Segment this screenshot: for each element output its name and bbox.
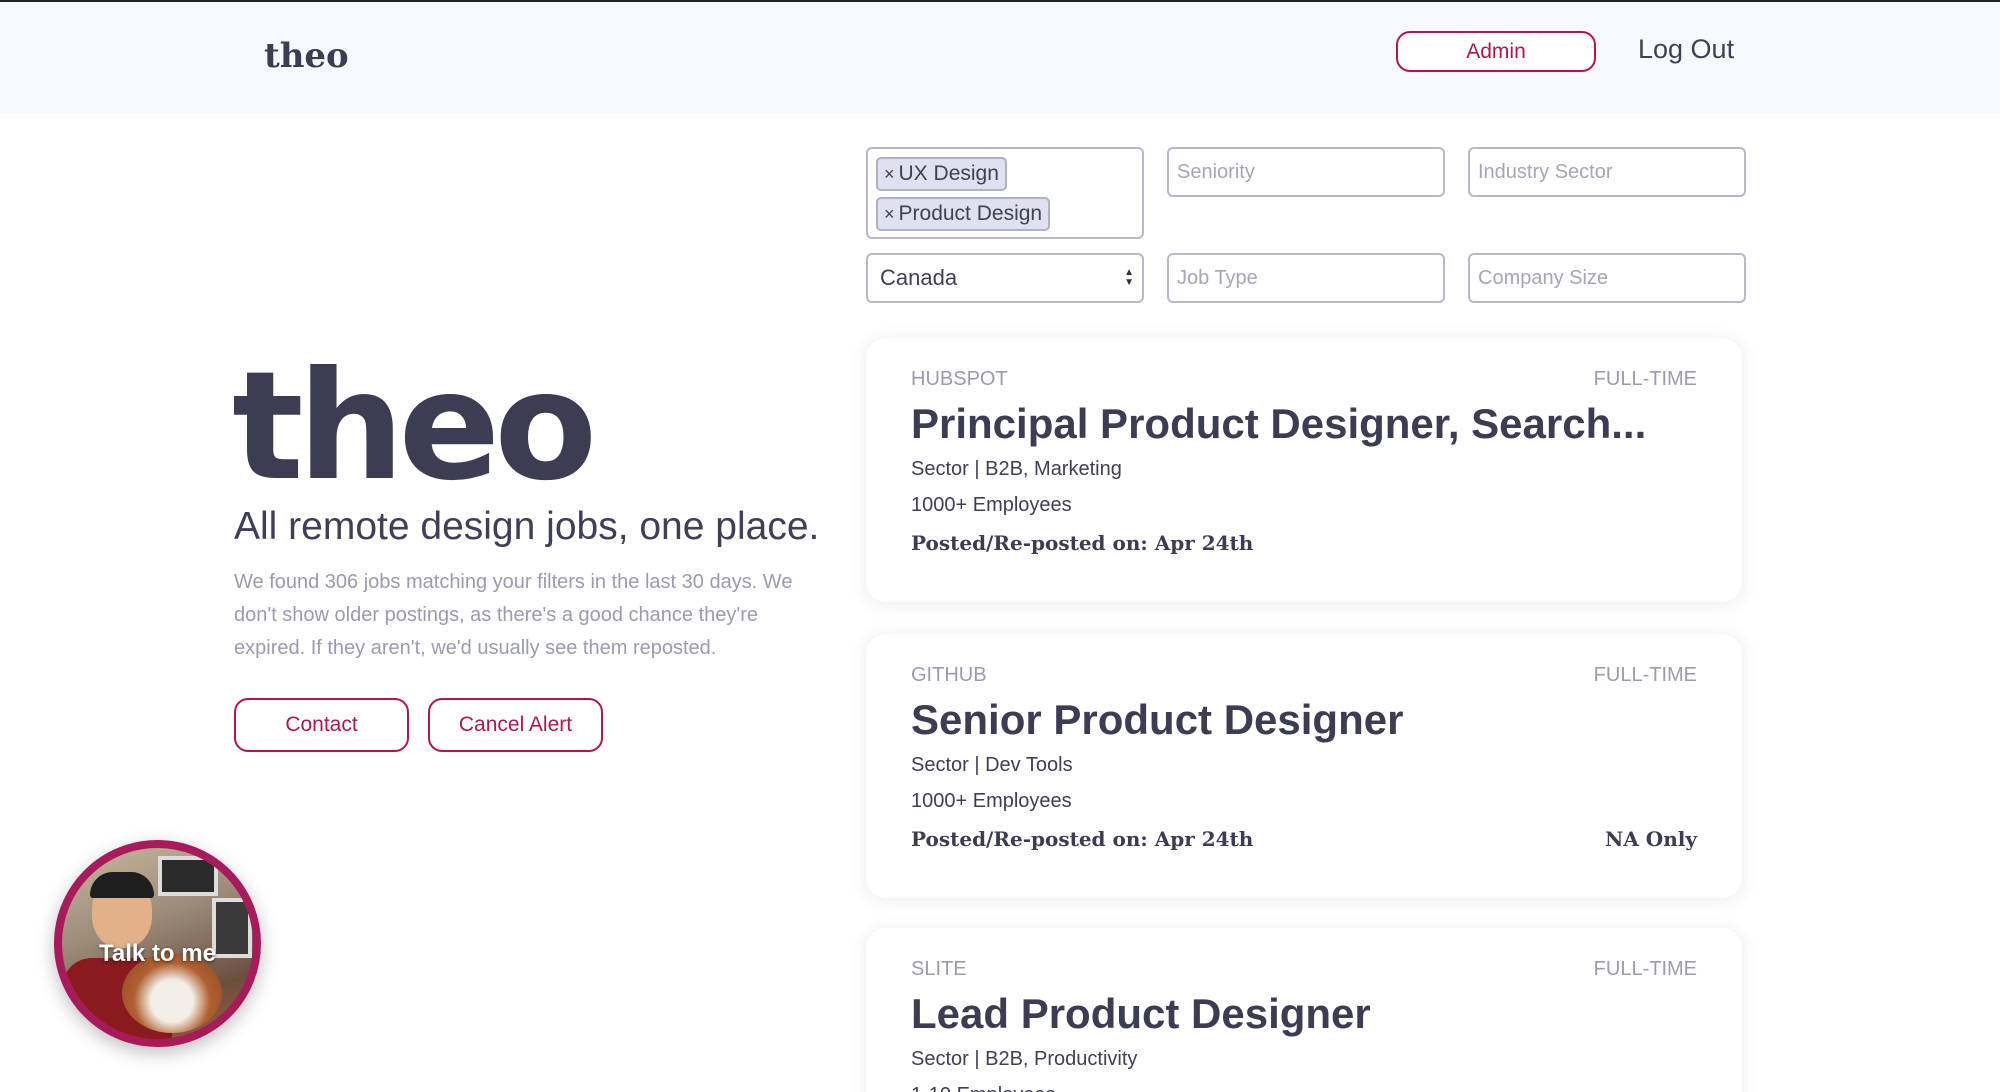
job-title[interactable]: Lead Product Designer xyxy=(911,990,1371,1038)
cancel-alert-button[interactable]: Cancel Alert xyxy=(428,698,603,752)
talk-to-me-label: Talk to me xyxy=(99,940,216,967)
industry-sector-filter[interactable]: Industry Sector xyxy=(1468,147,1746,197)
job-type: FULL-TIME xyxy=(1593,368,1697,390)
job-card[interactable]: GITHUB FULL-TIME Senior Product Designer… xyxy=(866,634,1742,898)
talk-to-me-video-bubble[interactable]: Talk to me xyxy=(54,840,261,1047)
job-company: GITHUB xyxy=(911,664,987,686)
job-type: FULL-TIME xyxy=(1593,958,1697,980)
select-arrows-icon: ▲ ▼ xyxy=(1124,267,1134,288)
category-filter[interactable]: × UX Design × Product Design xyxy=(866,147,1144,239)
job-sector: Sector | B2B, Productivity xyxy=(911,1048,1138,1070)
country-select[interactable]: Canada ▲ ▼ xyxy=(866,253,1144,303)
hero-logo: theo xyxy=(232,340,597,514)
job-company: SLITE xyxy=(911,958,967,980)
job-title[interactable]: Principal Product Designer, Search... xyxy=(911,400,1646,448)
hero-description: We found 306 jobs matching your filters … xyxy=(234,571,793,659)
job-sector: Sector | Dev Tools xyxy=(911,754,1073,776)
job-title[interactable]: Senior Product Designer xyxy=(911,696,1403,744)
job-type-filter[interactable]: Job Type xyxy=(1167,253,1445,303)
job-card[interactable]: SLITE FULL-TIME Lead Product Designer Se… xyxy=(866,928,1742,1092)
company-size-filter[interactable]: Company Size xyxy=(1468,253,1746,303)
seniority-filter[interactable]: Seniority xyxy=(1167,147,1445,197)
job-company-size: 1-10 Employees xyxy=(911,1084,1056,1092)
person-hair xyxy=(90,872,154,898)
job-company-size: 1000+ Employees xyxy=(911,494,1072,516)
job-company: HUBSPOT xyxy=(911,368,1008,390)
job-posted-date: Posted/Re-posted on: Apr 24th xyxy=(911,827,1254,851)
logout-link[interactable]: Log Out xyxy=(1638,34,1734,65)
contact-button[interactable]: Contact xyxy=(234,698,409,752)
wall-picture-frame xyxy=(158,856,218,896)
filter-tag-product-design: × Product Design xyxy=(876,197,1051,231)
header-logo[interactable]: theo xyxy=(264,36,349,76)
top-header: theo Admin Log Out xyxy=(0,2,2000,114)
admin-button[interactable]: Admin xyxy=(1396,31,1596,72)
job-company-size: 1000+ Employees xyxy=(911,790,1072,812)
job-region: NA Only xyxy=(1605,827,1697,851)
job-posted-date: Posted/Re-posted on: Apr 24th xyxy=(911,531,1254,555)
remove-tag-icon[interactable]: × xyxy=(884,164,895,185)
job-type: FULL-TIME xyxy=(1593,664,1697,686)
job-card[interactable]: HUBSPOT FULL-TIME Principal Product Desi… xyxy=(866,338,1742,602)
remove-tag-icon[interactable]: × xyxy=(884,204,895,225)
filter-tag-label: Product Design xyxy=(898,202,1043,225)
hero-subtitle: All remote design jobs, one place. xyxy=(234,505,820,548)
filter-tag-ux-design: × UX Design xyxy=(876,157,1007,191)
country-select-value: Canada xyxy=(880,265,958,290)
filter-tag-label: UX Design xyxy=(898,162,999,185)
job-sector: Sector | B2B, Marketing xyxy=(911,458,1122,480)
